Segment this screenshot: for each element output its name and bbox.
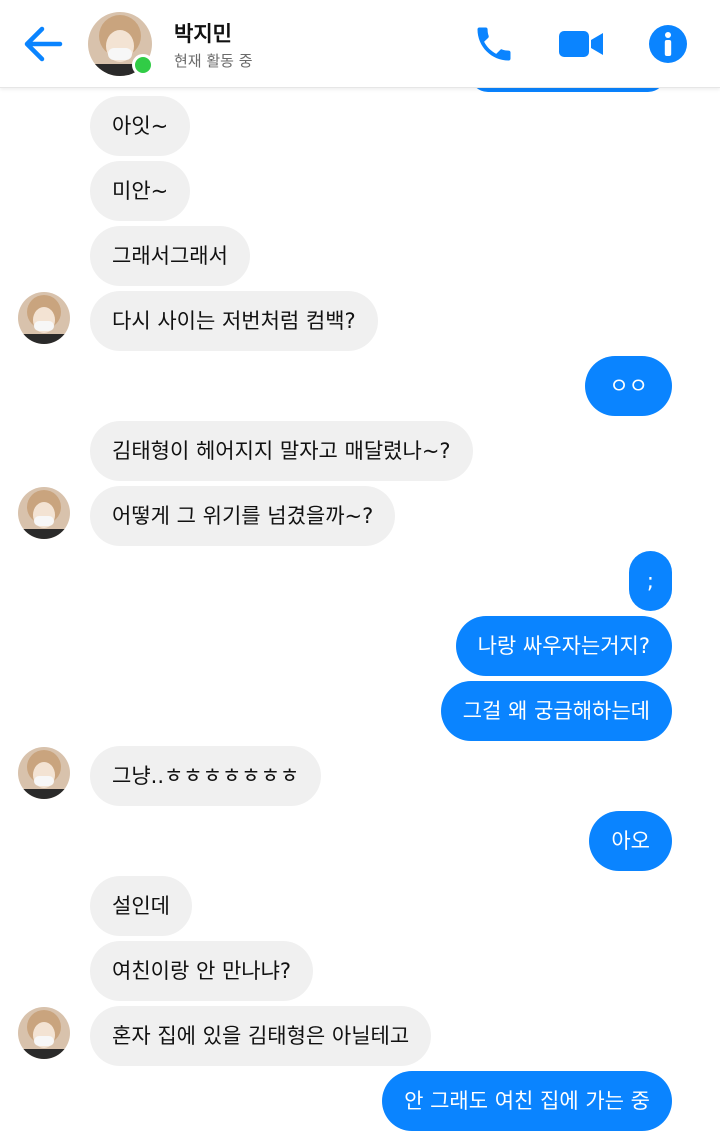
sender-avatar[interactable] xyxy=(18,747,70,799)
video-camera-icon xyxy=(559,31,603,57)
message-incoming[interactable]: 다시 사이는 저번처럼 컴백? xyxy=(90,291,378,351)
message-incoming[interactable]: 그래서그래서 xyxy=(90,226,250,286)
message-incoming[interactable]: 아잇~ xyxy=(90,96,191,156)
message-incoming[interactable]: 설인데 xyxy=(90,876,192,936)
message-outgoing[interactable]: ; xyxy=(628,551,672,611)
previous-outgoing-message[interactable] xyxy=(470,88,666,92)
message-outgoing[interactable]: ㅇㅇ xyxy=(585,356,672,416)
message-incoming[interactable]: 미안~ xyxy=(90,161,191,221)
contact-name[interactable]: 박지민 xyxy=(174,18,232,48)
call-button[interactable] xyxy=(470,22,518,66)
video-call-button[interactable] xyxy=(554,22,608,66)
arrow-left-icon xyxy=(24,26,63,62)
message-outgoing[interactable]: 그걸 왜 궁금해하는데 xyxy=(440,681,672,741)
message-incoming[interactable]: 여친이랑 안 만나냐? xyxy=(90,941,314,1001)
phone-icon xyxy=(477,27,511,61)
back-button[interactable] xyxy=(18,22,68,66)
contact-avatar[interactable] xyxy=(88,12,154,76)
active-status: 현재 활동 중 xyxy=(174,52,253,70)
message-outgoing[interactable]: 아오 xyxy=(589,811,672,871)
message-outgoing[interactable]: 나랑 싸우자는거지? xyxy=(455,616,672,676)
message-list[interactable]: 아잇~ 미안~ 그래서그래서 다시 사이는 저번처럼 컴백? ㅇㅇ 김태형이 헤… xyxy=(0,88,720,1134)
sender-avatar[interactable] xyxy=(18,487,70,539)
sender-avatar[interactable] xyxy=(18,292,70,344)
sender-avatar[interactable] xyxy=(18,1007,70,1059)
message-incoming[interactable]: 혼자 집에 있을 김태형은 아닐테고 xyxy=(90,1006,432,1066)
message-incoming[interactable]: 김태형이 헤어지지 말자고 매달렸나~? xyxy=(90,421,473,481)
message-incoming[interactable]: 그냥..ㅎㅎㅎㅎㅎㅎㅎ xyxy=(90,746,322,806)
message-incoming[interactable]: 어떻게 그 위기를 넘겼을까~? xyxy=(90,486,396,546)
online-status-dot xyxy=(132,54,154,76)
chat-header: 박지민 현재 활동 중 xyxy=(0,0,720,88)
info-icon xyxy=(649,25,687,63)
info-button[interactable] xyxy=(644,22,692,66)
message-outgoing[interactable]: 안 그래도 여친 집에 가는 중 xyxy=(382,1071,672,1131)
